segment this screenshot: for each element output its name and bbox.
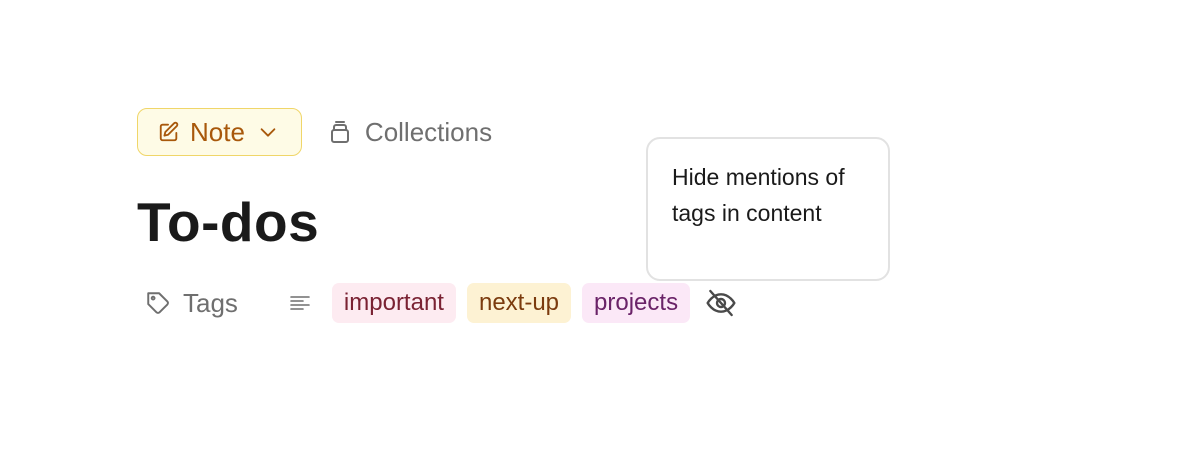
note-page: Note Collections To-dos Tags important n… <box>0 0 1200 460</box>
tags-row: Tags important next-up projects <box>145 283 737 323</box>
note-type-button[interactable]: Note <box>137 108 302 156</box>
tooltip: Hide mentions of tags in content <box>646 137 890 281</box>
collections-button[interactable]: Collections <box>328 117 492 148</box>
tag-chip-next-up[interactable]: next-up <box>466 283 572 323</box>
collections-label: Collections <box>364 116 493 147</box>
tag-chip-label: important <box>343 289 444 316</box>
tags-label-text: Tags <box>183 287 238 318</box>
tag-chip-projects[interactable]: projects <box>582 283 691 323</box>
tags-label: Tags <box>145 288 238 319</box>
text-align-icon[interactable] <box>288 291 312 315</box>
page-title[interactable]: To-dos <box>137 186 319 258</box>
tag-chip-label: next-up <box>478 289 560 316</box>
tag-icon <box>145 290 171 316</box>
chevron-down-icon <box>257 121 279 143</box>
collections-icon <box>328 120 352 144</box>
eye-off-icon[interactable] <box>705 287 737 319</box>
edit-note-icon <box>158 121 180 143</box>
tag-chip-label: projects <box>594 289 679 316</box>
note-header-row: Note Collections <box>137 108 492 156</box>
note-type-label: Note <box>190 116 245 147</box>
tag-chip-important[interactable]: important <box>331 283 456 323</box>
tooltip-text: Hide mentions of tags in content <box>672 164 845 226</box>
